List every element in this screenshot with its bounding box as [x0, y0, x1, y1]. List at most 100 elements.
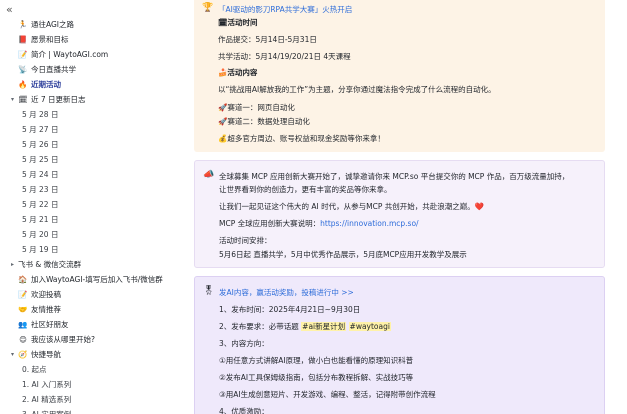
sidebar-item-icon: 📕 [18, 35, 28, 44]
sidebar-item[interactable]: 5 月 20 日 [0, 227, 185, 242]
mcp-intro-line-1: 全球募集 MCP 应用创新大赛开始了，诚挚邀请你来 MCP.so 平台提交你的 … [219, 172, 570, 181]
sidebar-item-label: 快捷导航 [31, 350, 61, 359]
publish-requirement-line: 2、发布要求：必带话题 #ai新星计划 #waytoagi [219, 321, 391, 332]
sidebar-item-label: 5 月 23 日 [22, 185, 59, 194]
sidebar-item[interactable]: 0. 起点 [0, 362, 185, 377]
sidebar-item[interactable]: 5 月 26 日 [0, 137, 185, 152]
sidebar-item[interactable]: 2. AI 精选系列 [0, 392, 185, 407]
submission-card: 🎖 发AI内容，赢活动奖励，投稿进行中 >> 1、发布时间：2025年4月21日… [194, 276, 605, 414]
mcp-rules-link[interactable]: https://innovation.mcp.so/ [320, 219, 418, 228]
chevron-icon[interactable]: ▸ [8, 261, 17, 268]
sidebar-item[interactable]: 5 月 25 日 [0, 152, 185, 167]
sidebar-item[interactable]: 📡 今日直播共学 [0, 62, 185, 77]
activity-content-text: 以“挑战用AI解放我的工作”为主题，分享你通过魔法指令完成了什么流程的自动化。 [218, 85, 496, 94]
sidebar-nav: 🏃 通往AGI之路 📕 愿景和目标 📝 简介 | WaytoAGI.com 📡 今日直播共学 🔥… [0, 17, 185, 414]
sidebar-item[interactable]: 🏠 加入WaytoAGI-填写后加入飞书/微信群 [0, 272, 185, 287]
medal-icon: 🎖 [203, 286, 215, 296]
sidebar-item-label: 近 7 日更新日志 [31, 95, 86, 104]
prize-text: 💰超多官方周边、账号权益和现金奖励等你来拿！ [218, 134, 385, 143]
sidebar-item[interactable]: 🏃 通往AGI之路 [0, 17, 185, 32]
sidebar-item[interactable]: 1. AI 入门系列 [0, 377, 185, 392]
sidebar-item[interactable]: 5 月 28 日 [0, 107, 185, 122]
sidebar-item-icon: 🤝 [18, 305, 28, 314]
sidebar-item[interactable]: ▾ 🗓 近 7 日更新日志 [0, 92, 185, 107]
sidebar-item-icon: 🏃 [18, 20, 28, 29]
sidebar-item[interactable]: 3. AI 实用案例 [0, 407, 185, 414]
sidebar-item-label: 1. AI 入门系列 [22, 380, 72, 389]
track-two-text: 🚀赛道二：数据处理自动化 [218, 117, 310, 126]
sidebar-item[interactable]: 🤝 友情推荐 [0, 302, 185, 317]
double-chevron-left-icon[interactable]: « [6, 4, 20, 16]
sidebar-item-label: 简介 | WaytoAGI.com [31, 50, 109, 59]
chevron-icon[interactable]: ▾ [8, 351, 17, 358]
sidebar-item-label: 3. AI 实用案例 [22, 409, 71, 414]
sidebar-item[interactable]: 😊 我应该从哪里开始? [0, 332, 185, 347]
sidebar-item-label: 今日直播共学 [31, 65, 76, 74]
direction-one-text: ①用任意方式讲解AI原理，做小白也能看懂的原理知识科普 [219, 356, 414, 365]
sidebar: « 🏃 通往AGI之路 📕 愿景和目标 📝 简介 | WaytoAGI.com 📡 今日直播共… [0, 0, 185, 414]
sidebar-item-icon: 😊 [19, 335, 27, 344]
sidebar-item-icon: 📝 [18, 290, 28, 299]
sidebar-item[interactable]: 5 月 23 日 [0, 182, 185, 197]
schedule-heading: 活动时间安排： [219, 236, 272, 245]
topic-tag-waytoagi: #waytoagi [348, 322, 391, 331]
submission-title-link[interactable]: 发AI内容，赢活动奖励，投稿进行中 >> [219, 287, 354, 298]
sidebar-item[interactable]: 5 月 21 日 [0, 212, 185, 227]
direction-three-text: ③用AI生成创意短片、开发游戏、编程、整活，记得附带创作流程 [219, 390, 436, 399]
sidebar-item-label: 5 月 21 日 [22, 215, 59, 224]
trophy-icon: 🏆 [202, 3, 214, 13]
sidebar-item-label: 5 月 28 日 [22, 110, 59, 119]
submit-period-text: 作品提交：5月14日-5月31日 [218, 35, 317, 44]
sidebar-item[interactable]: ▾ 🧭 快捷导航 [0, 347, 185, 362]
sidebar-item-label: 2. AI 精选系列 [22, 395, 72, 404]
chevron-icon[interactable]: ▾ [8, 96, 17, 103]
sidebar-item[interactable]: 5 月 19 日 [0, 242, 185, 257]
sidebar-item-label: 加入WaytoAGI-填写后加入飞书/微信群 [31, 275, 163, 284]
sidebar-item-label: 社区好朋友 [31, 320, 69, 329]
megaphone-icon: 📣 [203, 170, 215, 180]
topic-tag-ai-star: #ai新星计划 [301, 322, 347, 331]
sidebar-item-label: 友情推荐 [31, 305, 61, 314]
sidebar-item[interactable]: 🔥 近期活动 [0, 77, 185, 92]
cowork-period-text: 共学活动：5月14/19/20/21日 4天课程 [218, 52, 351, 61]
sidebar-item[interactable]: 5 月 27 日 [0, 122, 185, 137]
sidebar-item-icon: 👥 [18, 320, 28, 329]
mcp-witness-text: 让我们一起见证这个伟大的 AI 时代，从参与MCP 共创开始，共赴浪潮之巅。❤️ [219, 202, 485, 211]
sidebar-item-label: 欢迎投稿 [31, 290, 61, 299]
mcp-rules-label: MCP 全球应用创新大赛说明： [219, 219, 321, 228]
sidebar-item-icon: 🗓 [18, 95, 28, 104]
sidebar-item[interactable]: ▸ 飞书 & 微信交流群 [0, 257, 185, 272]
sidebar-item[interactable]: 👥 社区好朋友 [0, 317, 185, 332]
sidebar-item-label: 我应该从哪里开始? [31, 335, 95, 344]
sidebar-item-label: 近期活动 [31, 80, 61, 89]
sidebar-item-label: 5 月 27 日 [22, 125, 59, 134]
sidebar-item-label: 飞书 & 微信交流群 [18, 260, 82, 269]
mcp-rules-line: MCP 全球应用创新大赛说明：https://innovation.mcp.so… [219, 218, 419, 229]
sidebar-item-icon: 📡 [18, 65, 28, 74]
publish-requirement-label: 2、发布要求：必带话题 [219, 322, 299, 331]
sidebar-item[interactable]: 5 月 22 日 [0, 197, 185, 212]
sidebar-item[interactable]: 📝 简介 | WaytoAGI.com [0, 47, 185, 62]
sidebar-item[interactable]: 5 月 24 日 [0, 167, 185, 182]
sidebar-item-label: 0. 起点 [22, 365, 47, 374]
activity-time-heading: 🗓活动时间 [218, 18, 258, 27]
schedule-text: 5月6日起 直播共学，5月中优秀作品展示，5月底MCP应用开发教学及展示 [219, 250, 467, 259]
mcp-intro-line-2: 让世界看到你的创造力，更有丰富的奖品等你来拿。 [219, 185, 392, 194]
content-direction-heading: 3、内容方向： [219, 339, 269, 348]
rpa-contest-title-link[interactable]: 「AI驱动的影刀RPA共学大赛」火热开启 [218, 4, 352, 15]
publish-time-text: 1、发布时间：2025年4月21日~9月30日 [219, 305, 361, 314]
sidebar-item[interactable]: 📝 欢迎投稿 [0, 287, 185, 302]
direction-two-text: ②发布AI工具保姆级指南，包括分布教程拆解、实战技巧等 [219, 373, 414, 382]
sidebar-item-label: 5 月 25 日 [22, 155, 59, 164]
track-one-text: 🚀赛道一：网页自动化 [218, 103, 295, 112]
activity-content-heading: 🍰活动内容 [218, 68, 258, 77]
sidebar-item-label: 5 月 22 日 [22, 200, 59, 209]
sidebar-item[interactable]: 📕 愿景和目标 [0, 32, 185, 47]
main-content: 🏆 「AI驱动的影刀RPA共学大赛」火热开启 🗓活动时间 作品提交：5月14日-… [185, 0, 627, 414]
sidebar-item-icon: 🏠 [18, 275, 28, 284]
sidebar-item-label: 5 月 20 日 [22, 230, 59, 239]
sidebar-item-label: 通往AGI之路 [31, 20, 75, 29]
rpa-contest-card: 🏆 「AI驱动的影刀RPA共学大赛」火热开启 🗓活动时间 作品提交：5月14日-… [194, 0, 605, 152]
mcp-contest-card: 📣 全球募集 MCP 应用创新大赛开始了，诚挚邀请你来 MCP.so 平台提交你… [194, 160, 605, 268]
sidebar-item-label: 5 月 24 日 [22, 170, 59, 179]
